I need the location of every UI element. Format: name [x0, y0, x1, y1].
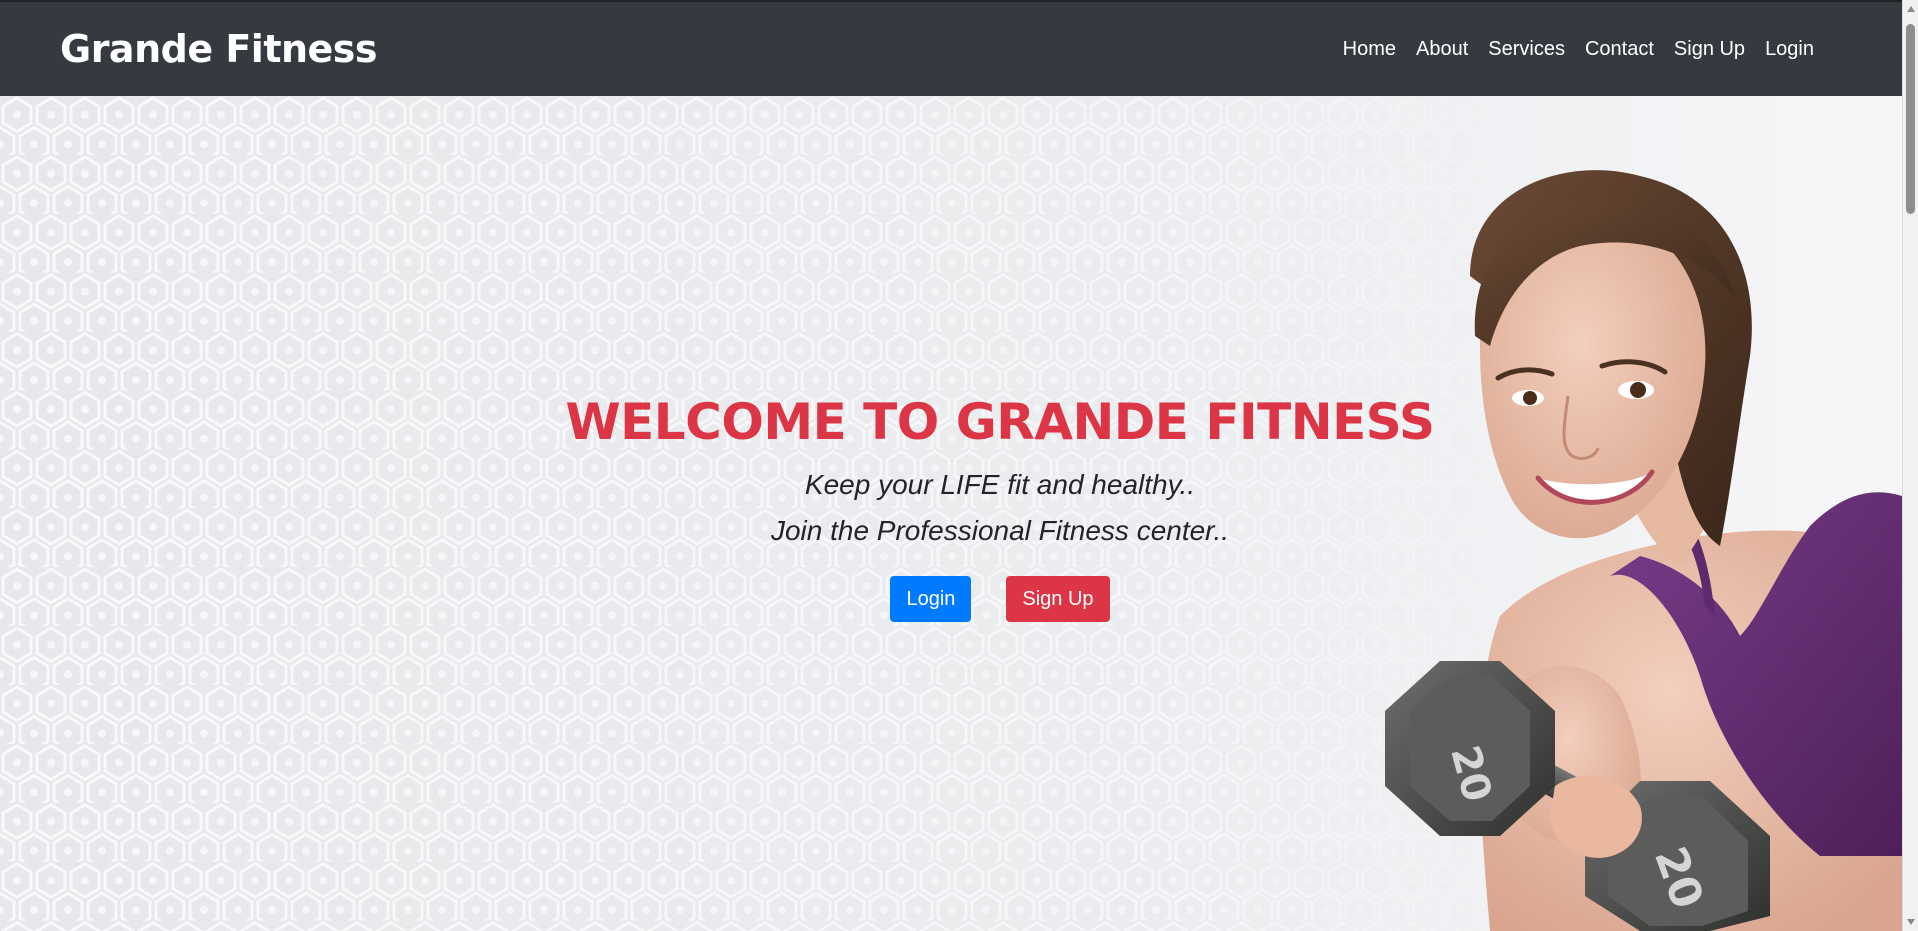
scroll-up-icon[interactable]: [1907, 6, 1915, 12]
hero-tagline-1: Keep your LIFE fit and healthy..: [804, 469, 1196, 500]
nav-link-login[interactable]: Login: [1765, 38, 1814, 61]
scroll-down-icon[interactable]: [1907, 919, 1915, 925]
hero-tagline-2: Join the Professional Fitness center..: [770, 515, 1230, 546]
page: Grande Fitness Home About Services Conta…: [0, 0, 1918, 931]
vertical-scrollbar[interactable]: [1902, 0, 1918, 931]
hero-title: WELCOME TO GRANDE FITNESS: [565, 393, 1436, 451]
nav-link-signup[interactable]: Sign Up: [1674, 38, 1745, 61]
nav-links: Home About Services Contact Sign Up Logi…: [1343, 38, 1814, 61]
scrollbar-thumb[interactable]: [1906, 24, 1915, 214]
brand-logo[interactable]: Grande Fitness: [60, 27, 378, 71]
woman-with-dumbbell-image: 20 20: [1385, 170, 1902, 931]
hero-buttons: Login Sign Up: [520, 576, 1480, 622]
nav-link-services[interactable]: Services: [1488, 38, 1565, 61]
navbar: Grande Fitness Home About Services Conta…: [0, 0, 1902, 96]
nav-link-about[interactable]: About: [1416, 38, 1468, 61]
login-button[interactable]: Login: [890, 576, 972, 622]
hero-content: WELCOME TO GRANDE FITNESS Keep your LIFE…: [520, 392, 1480, 622]
nav-link-contact[interactable]: Contact: [1585, 38, 1654, 61]
signup-button[interactable]: Sign Up: [1006, 576, 1110, 622]
nav-link-home[interactable]: Home: [1343, 38, 1396, 61]
